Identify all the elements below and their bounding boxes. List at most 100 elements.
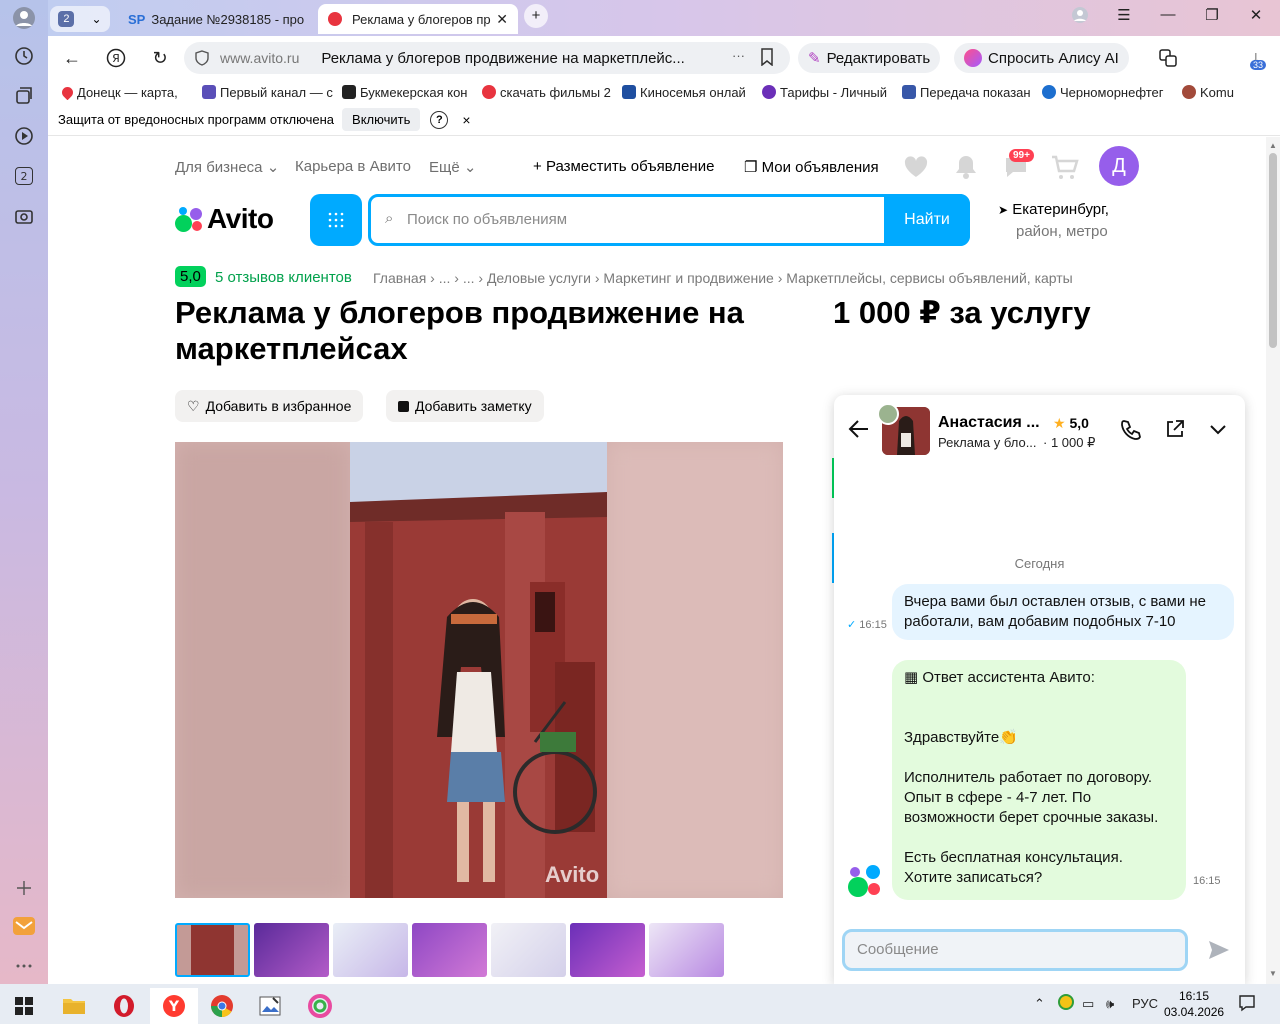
listing-photo: Avito [175, 442, 783, 898]
tab-avito[interactable]: Реклама у блогеров пр ✕ [318, 4, 518, 34]
bookmark-item[interactable]: Букмекерская кон [342, 85, 482, 100]
language-indicator[interactable]: РУС [1132, 996, 1158, 1011]
help-icon[interactable]: ? [430, 110, 449, 129]
file-explorer-icon[interactable] [50, 988, 98, 1024]
cart-icon[interactable] [1051, 155, 1079, 184]
nav-more[interactable]: Ещё ⌄ [429, 158, 476, 176]
thumbnail[interactable] [175, 923, 250, 977]
security-tray-icon[interactable] [1058, 994, 1074, 1010]
security-shield-icon[interactable] [194, 50, 210, 69]
windows-start-icon[interactable] [0, 988, 48, 1024]
reviews-link[interactable]: 5 отзывов клиентов [215, 269, 352, 286]
messages-icon[interactable]: 99+ [1003, 149, 1034, 182]
send-icon[interactable] [1208, 940, 1230, 966]
history-icon[interactable] [12, 44, 36, 68]
video-icon[interactable] [12, 124, 36, 148]
enable-protection-button[interactable]: Включить [342, 108, 421, 131]
scroll-down-arrow-icon[interactable]: ▼ [1269, 969, 1277, 978]
more-dots-icon[interactable]: ··· [732, 48, 745, 63]
close-window-icon[interactable]: ✕ [1244, 6, 1268, 24]
bookmark-item[interactable]: Первый канал — с [202, 85, 342, 100]
chrome-icon[interactable] [198, 988, 246, 1024]
downloads-icon[interactable]: ↓ 33 [1244, 46, 1268, 70]
edit-button[interactable]: ✎ Редактировать [798, 43, 941, 73]
more-icon[interactable] [12, 954, 36, 978]
thumbnail[interactable] [570, 923, 645, 977]
thumbnail[interactable] [491, 923, 566, 977]
new-tab-button[interactable]: + [524, 4, 548, 28]
scroll-up-arrow-icon[interactable]: ▲ [1269, 141, 1277, 150]
network-icon[interactable]: ▭ [1082, 996, 1094, 1012]
restore-icon[interactable]: ❐ [1200, 6, 1224, 24]
location-selector[interactable]: ➤ Екатеринбург, район, метро [998, 199, 1109, 243]
message-body: Исполнитель работает по договору. Опыт в… [904, 769, 1159, 826]
add-panel-icon[interactable] [12, 876, 36, 900]
collections-icon[interactable] [12, 84, 36, 108]
minimize-icon[interactable]: — [1156, 6, 1180, 23]
thumbnail[interactable] [412, 923, 487, 977]
close-tab-icon[interactable]: ✕ [496, 11, 508, 28]
photo-thumbnails [175, 923, 724, 977]
tab-task[interactable]: SP Задание №2938185 - про [118, 4, 308, 34]
system-clock[interactable]: 16:15 03.04.2026 [1164, 988, 1224, 1020]
main-photo[interactable]: Avito [175, 442, 783, 898]
alice-button[interactable]: Спросить Алису AI [954, 43, 1129, 73]
tabs-count-icon[interactable]: 2 [12, 164, 36, 188]
bookmark-item[interactable]: Черноморнефтег [1042, 85, 1182, 100]
screenshot-icon[interactable] [12, 204, 36, 228]
add-to-favorites-button[interactable]: ♡ Добавить в избранное [175, 390, 364, 422]
bookmark-item[interactable]: Киносемья онлай [622, 85, 762, 100]
nav-career[interactable]: Карьера в Авито [295, 158, 411, 175]
pen-sparkle-icon: ✎ [808, 50, 821, 67]
phone-icon[interactable] [1120, 419, 1142, 447]
nav-for-business[interactable]: Для бизнеса ⌄ [175, 158, 279, 176]
notifications-bell-icon[interactable] [954, 154, 978, 183]
avito-logo[interactable]: Avito [175, 203, 274, 235]
add-note-button[interactable]: Добавить заметку [386, 390, 544, 422]
thumbnail[interactable] [254, 923, 329, 977]
color-app-icon[interactable] [296, 988, 344, 1024]
back-icon[interactable]: ← [60, 46, 84, 70]
chat-panel: Анастасия ... ★ 5,0 Реклама у бло... · 1… [834, 395, 1245, 984]
message-input[interactable]: Сообщение [842, 929, 1188, 971]
menu-icon[interactable]: ☰ [1112, 6, 1136, 24]
notification-center-icon[interactable] [1238, 994, 1256, 1015]
yandex-icon[interactable]: Я [104, 46, 128, 70]
reload-icon[interactable]: ↻ [148, 46, 172, 70]
chat-contact-name[interactable]: Анастасия ... [938, 414, 1043, 432]
my-ads-link[interactable]: ❐ Мои объявления [744, 158, 879, 176]
back-arrow-icon[interactable] [848, 419, 870, 445]
bookmark-item[interactable]: Тарифы - Личный [762, 85, 902, 100]
translate-icon[interactable] [1156, 46, 1180, 70]
bookmark-item[interactable]: Komu [1182, 85, 1252, 100]
close-infobar-icon[interactable]: × [462, 112, 470, 128]
image-editor-icon[interactable] [246, 988, 294, 1024]
bookmark-item[interactable]: скачать фильмы 2 [482, 85, 622, 100]
bookmark-item[interactable]: Донецк — карта, [62, 84, 202, 100]
favorites-heart-icon[interactable] [903, 155, 929, 182]
yandex-browser-icon[interactable]: Y [150, 988, 198, 1024]
volume-icon[interactable]: 🕪 [1106, 996, 1114, 1012]
thumbnail[interactable] [333, 923, 408, 977]
profile-icon[interactable] [12, 6, 36, 30]
breadcrumb[interactable]: Главная › ... › ... › Деловые услуги › М… [373, 270, 1073, 286]
chevron-down-icon[interactable] [1208, 419, 1228, 445]
mail-icon[interactable] [12, 914, 36, 938]
chevron-up-icon[interactable]: ⌃ [1034, 996, 1045, 1012]
page-scrollbar[interactable]: ▲ ▼ [1266, 137, 1280, 984]
bookmark-icon[interactable] [760, 48, 774, 69]
user-avatar[interactable]: Д [1099, 146, 1139, 186]
bookmark-item[interactable]: Передача показан [902, 85, 1042, 100]
search-input[interactable]: ⌕ Поиск по объявлениям Найти [368, 194, 970, 246]
open-external-icon[interactable] [1165, 419, 1185, 445]
omnibox[interactable]: www.avito.ru Реклама у блогеров продвиже… [184, 42, 790, 74]
account-icon[interactable] [1068, 6, 1092, 28]
post-ad-link[interactable]: + Разместить объявление [533, 158, 714, 175]
thumbnail[interactable] [649, 923, 724, 977]
categories-button[interactable] [310, 194, 362, 246]
scrollbar-thumb[interactable] [1269, 153, 1277, 348]
address-row: ← Я ↻ www.avito.ru Реклама у блогеров пр… [48, 36, 1280, 80]
tab-group-switcher[interactable]: 2 ⌄ [50, 6, 110, 32]
opera-icon[interactable] [100, 988, 148, 1024]
search-button[interactable]: Найти [884, 194, 970, 246]
